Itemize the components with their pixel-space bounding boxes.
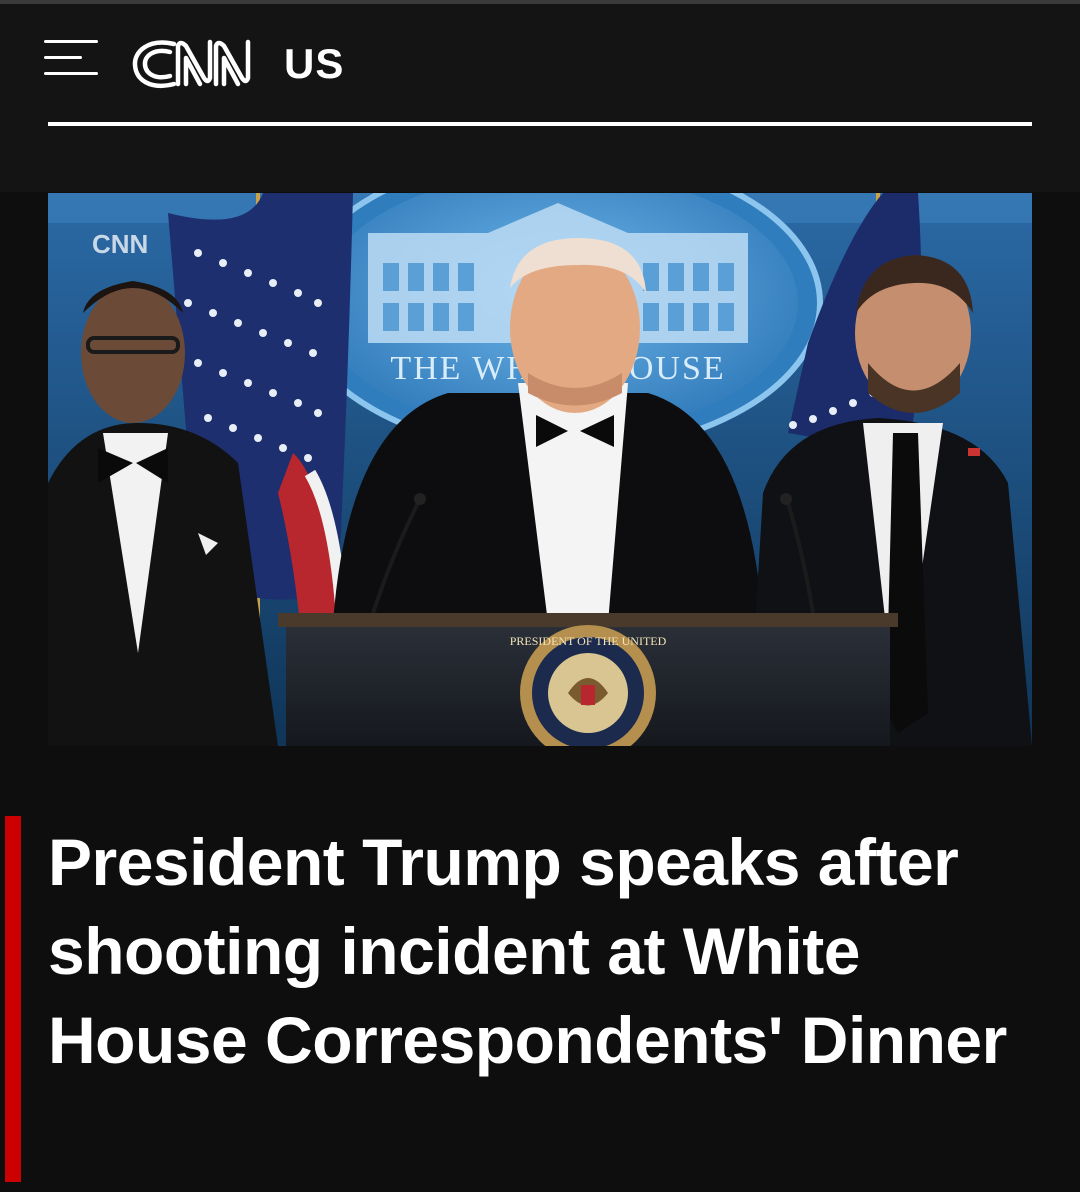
edition-label[interactable]: US [284,40,344,88]
podium: PRESIDENT OF THE UNITED [278,613,898,746]
svg-text:PRESIDENT OF THE UNITED: PRESIDENT OF THE UNITED [510,634,667,648]
presidential-seal-icon: PRESIDENT OF THE UNITED [510,625,667,746]
hero-video[interactable]: THE WHITE HOUSE CNN [48,193,1032,746]
page: US THE HOUSE CNN PRESIDENT OF THE UNITED… [0,0,1080,1192]
header-divider [48,122,1032,126]
cnn-logo[interactable] [130,34,275,94]
headline[interactable]: President Trump speaks after shooting in… [48,818,1048,1085]
headline-accent-bar [5,816,21,1182]
menu-icon[interactable] [44,34,100,84]
cnn-watermark: CNN [92,229,148,259]
site-header: US [0,4,1080,192]
headline-section: President Trump speaks after shooting in… [0,746,1080,1192]
